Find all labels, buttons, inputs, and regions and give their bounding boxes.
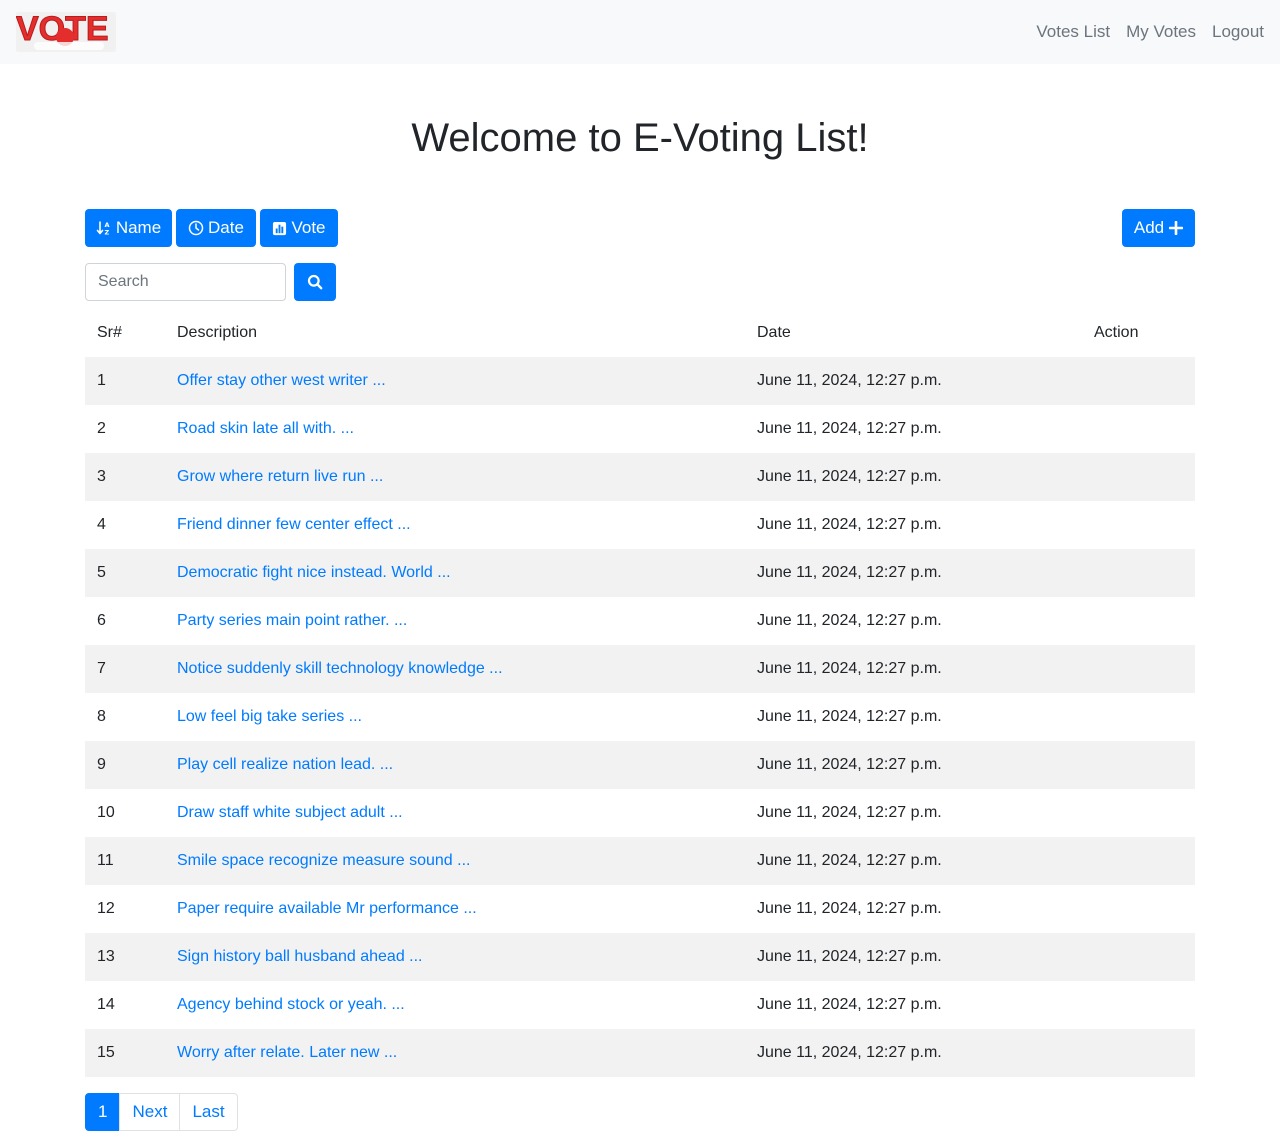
search-input[interactable] — [85, 263, 286, 301]
sort-date-button[interactable]: Date — [176, 209, 256, 247]
table-row: 9 Play cell realize nation lead. ... June … — [85, 741, 1195, 789]
row-description-link[interactable]: Democratic fight nice instead. World ... — [177, 549, 451, 597]
row-sr-number: 10 — [97, 804, 115, 821]
brand-smear — [34, 42, 104, 50]
brand-logo[interactable]: VOTE — [16, 12, 116, 52]
sort-name-label: Name — [115, 218, 162, 237]
row-date: June 11, 2024, 12:27 p.m. — [757, 804, 942, 821]
table-header: Sr# Description Date Action — [85, 309, 1195, 357]
row-date: June 11, 2024, 12:27 p.m. — [757, 564, 942, 581]
row-date: June 11, 2024, 12:27 p.m. — [757, 516, 942, 533]
row-description-link[interactable]: Notice suddenly skill technology knowled… — [177, 645, 503, 693]
row-date: June 11, 2024, 12:27 p.m. — [757, 468, 942, 485]
row-sr-number: 8 — [97, 708, 106, 725]
sort-name-button[interactable]: A Z Name — [85, 209, 172, 247]
table-row: 1 Offer stay other west writer ... June 11… — [85, 357, 1195, 405]
row-description-link[interactable]: Paper require available Mr performance .… — [177, 885, 477, 933]
table-row: 3 Grow where return live run ... June 11, … — [85, 453, 1195, 501]
clock-icon — [188, 220, 204, 236]
row-sr-number: 3 — [97, 468, 106, 485]
table-row: 11 Smile space recognize measure sound ..… — [85, 837, 1195, 885]
navbar: VOTE Votes List My Votes Logout — [0, 0, 1280, 64]
table-row: 4 Friend dinner few center effect ... June… — [85, 501, 1195, 549]
table-row: 6 Party series main point rather. ... June… — [85, 597, 1195, 645]
table-body: 1 Offer stay other west writer ... June 11… — [85, 357, 1195, 1077]
row-description-link[interactable]: Sign history ball husband ahead ... — [177, 933, 423, 981]
votes-table: Sr# Description Date Action 1 Offer stay … — [85, 309, 1195, 1077]
table-row: 7 Notice suddenly skill technology knowle… — [85, 645, 1195, 693]
plus-icon — [1169, 221, 1184, 235]
table-row: 5 Democratic fight nice instead. World ..… — [85, 549, 1195, 597]
row-description-link[interactable]: Party series main point rather. ... — [177, 597, 407, 645]
row-sr-number: 5 — [97, 564, 106, 581]
row-description-link[interactable]: Agency behind stock or yeah. ... — [177, 981, 405, 1029]
row-sr-number: 9 — [97, 756, 106, 773]
row-date: June 11, 2024, 12:27 p.m. — [757, 420, 942, 437]
bar-chart-icon — [272, 221, 287, 236]
table-row: 10 Draw staff white subject adult ... June… — [85, 789, 1195, 837]
nav-links: Votes List My Votes Logout — [1020, 20, 1264, 44]
row-description-link[interactable]: Offer stay other west writer ... — [177, 357, 386, 405]
table-row: 12 Paper require available Mr performance… — [85, 885, 1195, 933]
row-date: June 11, 2024, 12:27 p.m. — [757, 756, 942, 773]
row-date: June 11, 2024, 12:27 p.m. — [757, 900, 942, 917]
table-row: 15 Worry after relate. Later new ... June … — [85, 1029, 1195, 1077]
row-sr-number: 2 — [97, 420, 106, 437]
row-sr-number: 4 — [97, 516, 106, 533]
row-date: June 11, 2024, 12:27 p.m. — [757, 708, 942, 725]
row-date: June 11, 2024, 12:27 p.m. — [757, 372, 942, 389]
column-header-sr: Sr# — [97, 324, 122, 341]
table-row: 13 Sign history ball husband ahead ... Jun… — [85, 933, 1195, 981]
row-date: June 11, 2024, 12:27 p.m. — [757, 660, 942, 677]
pagination: 1 Next Last — [85, 1093, 238, 1131]
add-label: Add — [1133, 218, 1165, 237]
row-description-link[interactable]: Smile space recognize measure sound ... — [177, 837, 470, 885]
row-sr-number: 11 — [97, 852, 114, 869]
page-1-button[interactable]: 1 — [85, 1093, 121, 1131]
row-sr-number: 7 — [97, 660, 106, 677]
row-sr-number: 13 — [97, 948, 115, 965]
row-sr-number: 6 — [97, 612, 106, 629]
row-description-link[interactable]: Friend dinner few center effect ... — [177, 501, 411, 549]
next-page-button[interactable]: Next — [119, 1093, 181, 1131]
page-title: Welcome to E-Voting List! — [411, 116, 869, 160]
table-row: 2 Road skin late all with. ... June 11, 20… — [85, 405, 1195, 453]
row-description-link[interactable]: Road skin late all with. ... — [177, 405, 354, 453]
row-sr-number: 1 — [97, 372, 106, 389]
row-sr-number: 15 — [97, 1044, 115, 1061]
row-sr-number: 12 — [97, 900, 115, 917]
sort-date-label: Date — [208, 218, 244, 237]
nav-link-my-votes[interactable]: My Votes — [1126, 20, 1196, 44]
column-header-action: Action — [1094, 324, 1139, 341]
nav-link-votes-list[interactable]: Votes List — [1036, 20, 1110, 44]
nav-link-logout[interactable]: Logout — [1212, 20, 1264, 44]
row-description-link[interactable]: Worry after relate. Later new ... — [177, 1029, 397, 1077]
row-date: June 11, 2024, 12:27 p.m. — [757, 948, 942, 965]
column-header-date: Date — [757, 324, 791, 341]
row-date: June 11, 2024, 12:27 p.m. — [757, 612, 942, 629]
row-description-link[interactable]: Play cell realize nation lead. ... — [177, 741, 393, 789]
sort-vote-label: Vote — [291, 218, 326, 237]
sort-alpha-icon: A Z — [96, 220, 112, 236]
table-row: 14 Agency behind stock or yeah. ... June 1… — [85, 981, 1195, 1029]
row-description-link[interactable]: Grow where return live run ... — [177, 453, 383, 501]
sort-vote-button[interactable]: Vote — [260, 209, 338, 247]
row-date: June 11, 2024, 12:27 p.m. — [757, 996, 942, 1013]
svg-text:Z: Z — [104, 229, 109, 237]
add-button[interactable]: Add — [1122, 209, 1195, 247]
last-page-button[interactable]: Last — [179, 1093, 238, 1131]
search-button[interactable] — [294, 263, 336, 301]
row-date: June 11, 2024, 12:27 p.m. — [757, 852, 942, 869]
column-header-description: Description — [177, 324, 258, 341]
row-description-link[interactable]: Draw staff white subject adult ... — [177, 789, 403, 837]
search-icon — [307, 274, 323, 290]
table-row: 8 Low feel big take series ... June 11, 20… — [85, 693, 1195, 741]
row-date: June 11, 2024, 12:27 p.m. — [757, 1044, 942, 1061]
row-sr-number: 14 — [97, 996, 115, 1013]
row-description-link[interactable]: Low feel big take series ... — [177, 693, 362, 741]
